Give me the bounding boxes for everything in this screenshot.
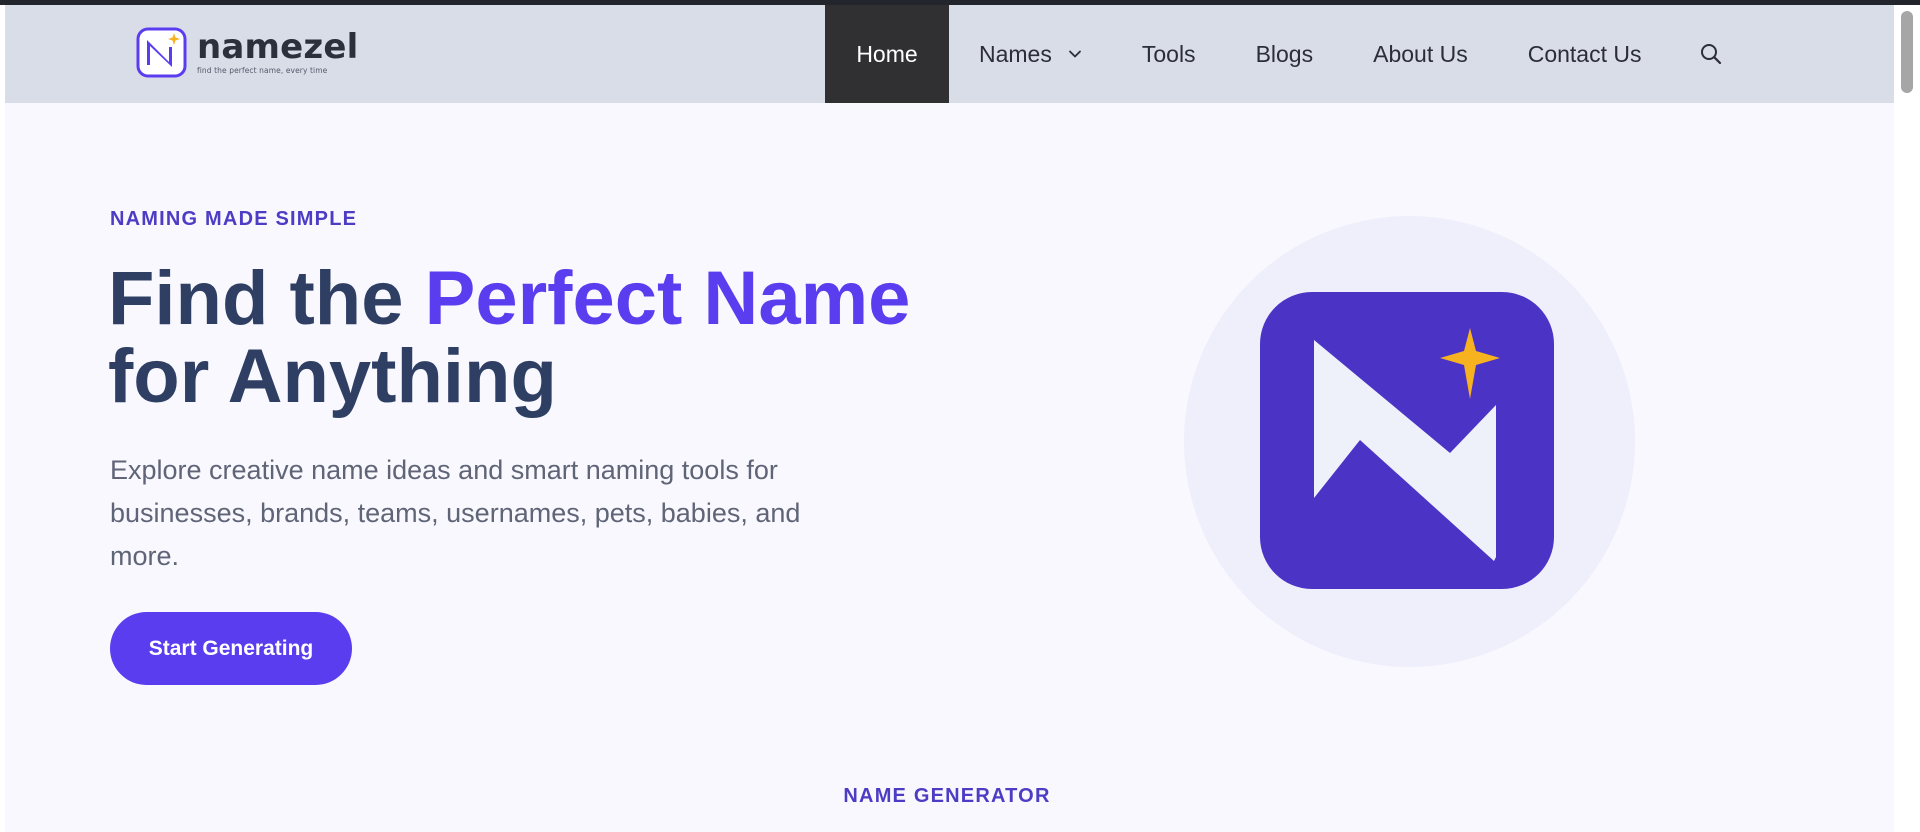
hero-title: Find the Perfect Name for Anything <box>108 260 910 416</box>
scrollbar-thumb[interactable] <box>1901 11 1913 93</box>
nav-item-contact-us[interactable]: Contact Us <box>1498 5 1672 103</box>
chevron-down-icon[interactable] <box>1068 47 1082 61</box>
logo-wordmark: namezel <box>197 27 359 67</box>
logo-tagline: find the perfect name, every time <box>197 66 328 75</box>
logo-mark-icon <box>136 27 187 78</box>
search-icon <box>1701 44 1722 65</box>
hero-logo-illustration <box>1184 216 1635 667</box>
hero-eyebrow: NAMING MADE SIMPLE <box>110 208 358 230</box>
logo-text: namezel find the perfect name, every tim… <box>197 30 359 75</box>
nav-item-home[interactable]: Home <box>825 5 949 103</box>
hero-title-accent: Perfect Name <box>424 256 911 341</box>
primary-nav: Home Names Tools Blogs About Us Contact … <box>825 5 1753 103</box>
search-button[interactable] <box>1671 5 1753 103</box>
site-logo[interactable]: namezel find the perfect name, every tim… <box>136 27 359 78</box>
nav-item-about-us[interactable]: About Us <box>1343 5 1498 103</box>
page-scrollbar[interactable] <box>1894 5 1920 832</box>
nav-item-names[interactable]: Names <box>949 5 1112 103</box>
hero-description: Explore creative name ideas and smart na… <box>110 455 801 571</box>
nav-item-tools[interactable]: Tools <box>1112 5 1226 103</box>
hero-title-part2: for Anything <box>108 334 557 419</box>
name-generator-section-label: NAME GENERATOR <box>843 785 1051 807</box>
start-generating-button[interactable]: Start Generating <box>110 612 352 685</box>
page: namezel find the perfect name, every tim… <box>0 0 1920 832</box>
hero-title-part1: Find the <box>108 256 425 341</box>
nav-item-names-label: Names <box>979 40 1052 67</box>
nav-item-blogs[interactable]: Blogs <box>1226 5 1344 103</box>
